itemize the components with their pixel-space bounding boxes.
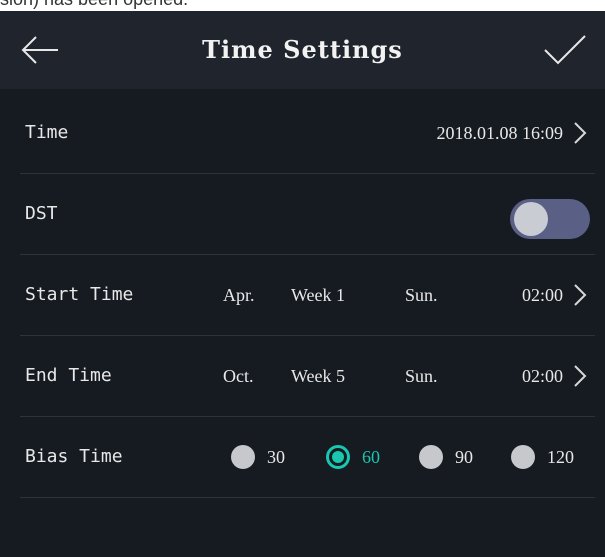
radio-button bbox=[419, 445, 443, 469]
confirm-button[interactable] bbox=[525, 11, 605, 89]
bias-time-label: Bias Time bbox=[25, 446, 123, 467]
bias-option-60[interactable]: 60 bbox=[326, 437, 380, 477]
title-bar: Time Settings bbox=[0, 11, 605, 89]
bias-time-row: Bias Time 30 60 90 120 bbox=[20, 417, 595, 498]
radio-button bbox=[231, 445, 255, 469]
chevron-right-icon[interactable] bbox=[573, 121, 587, 145]
start-month: Apr. bbox=[223, 285, 255, 305]
end-time-label: End Time bbox=[25, 365, 112, 386]
chevron-right-icon[interactable] bbox=[573, 364, 587, 388]
checkmark-icon bbox=[544, 35, 586, 65]
end-time-row[interactable]: End Time Oct. Week 5 Sun. 02:00 bbox=[20, 336, 595, 417]
bias-option-120[interactable]: 120 bbox=[511, 437, 574, 477]
start-time-label: Start Time bbox=[25, 284, 134, 305]
toggle-knob bbox=[514, 202, 548, 236]
start-time-row[interactable]: Start Time Apr. Week 1 Sun. 02:00 bbox=[20, 255, 595, 336]
dst-row: DST bbox=[20, 174, 595, 255]
chevron-right-icon[interactable] bbox=[573, 283, 587, 307]
dst-toggle[interactable] bbox=[510, 199, 590, 239]
start-time-value: 02:00 bbox=[521, 285, 563, 305]
page-title: Time Settings bbox=[202, 35, 403, 64]
radio-button bbox=[511, 445, 535, 469]
bias-option-label: 90 bbox=[455, 446, 473, 467]
time-label: Time bbox=[25, 122, 69, 143]
bias-option-label: 30 bbox=[267, 446, 285, 467]
radio-button-selected bbox=[326, 445, 350, 469]
time-settings-screen: Time Settings Time 2018.01.08 16:09 DST … bbox=[0, 11, 605, 557]
cropped-caption: sion) has been opened. bbox=[0, 0, 605, 11]
bias-option-label: 60 bbox=[362, 446, 380, 467]
start-week: Week 1 bbox=[291, 285, 346, 305]
end-day: Sun. bbox=[405, 366, 438, 386]
bias-option-30[interactable]: 30 bbox=[231, 437, 285, 477]
bias-option-90[interactable]: 90 bbox=[419, 437, 473, 477]
dst-label: DST bbox=[25, 203, 58, 224]
end-week: Week 5 bbox=[291, 366, 346, 386]
bias-option-label: 120 bbox=[547, 446, 574, 467]
time-row[interactable]: Time 2018.01.08 16:09 bbox=[20, 93, 595, 174]
end-time-value: 02:00 bbox=[521, 366, 563, 386]
end-month: Oct. bbox=[223, 366, 254, 386]
time-value: 2018.01.08 16:09 bbox=[436, 123, 563, 143]
start-day: Sun. bbox=[405, 285, 438, 305]
